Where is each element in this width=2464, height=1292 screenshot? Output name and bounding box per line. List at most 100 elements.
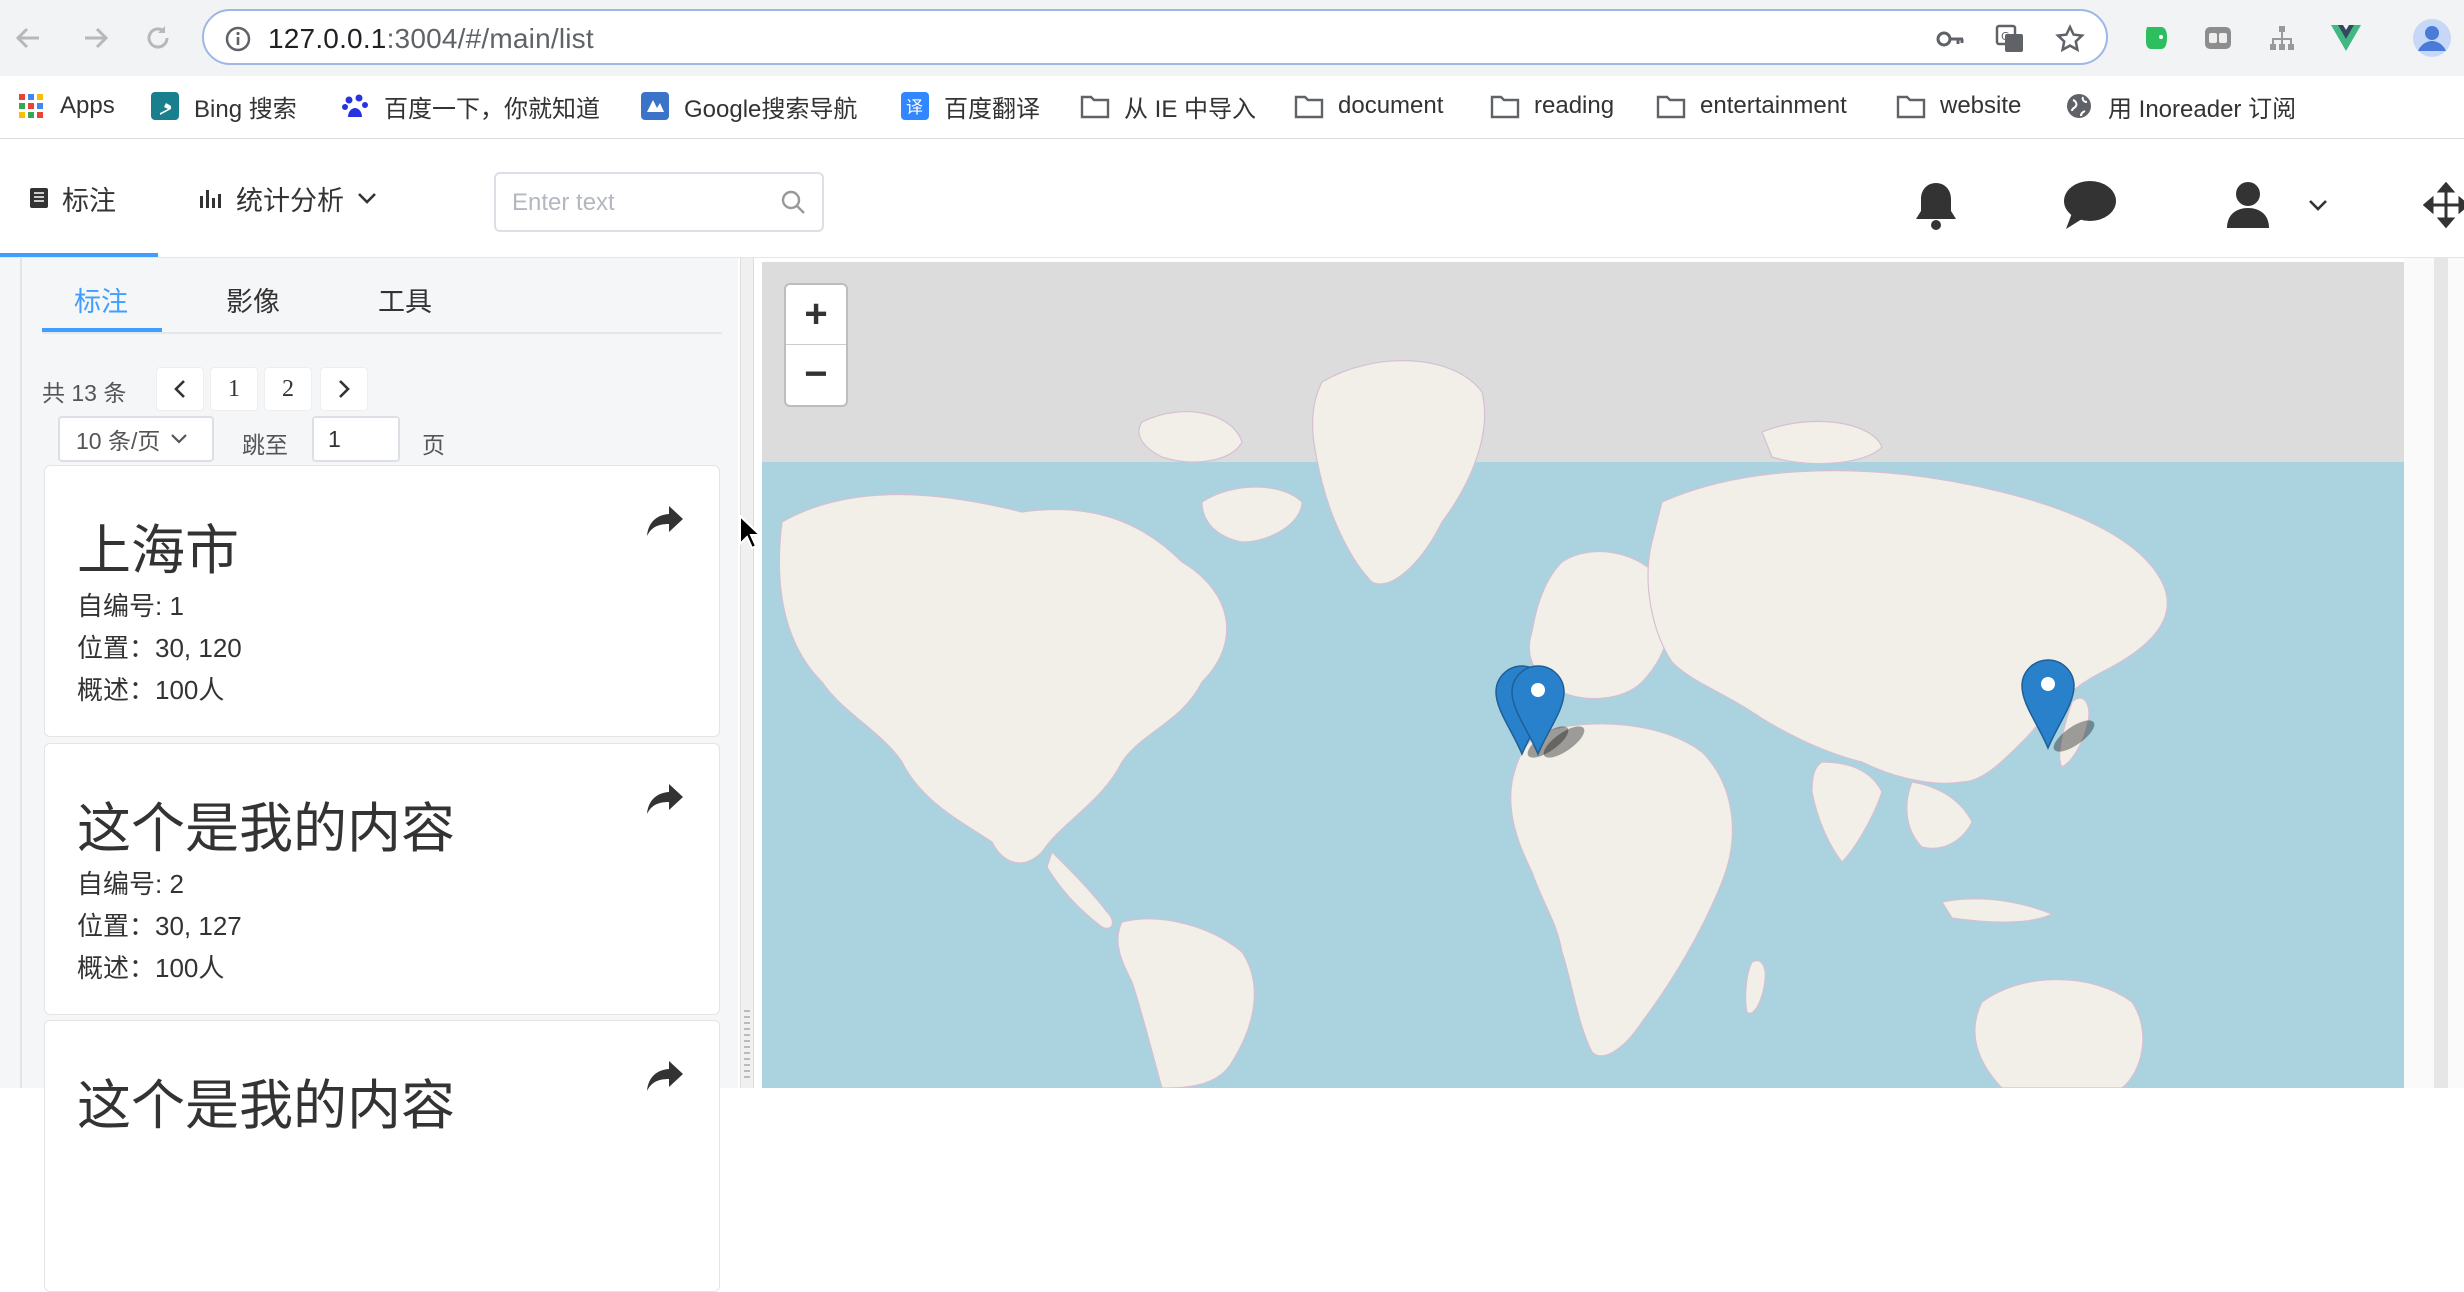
card-id: 自编号: 2: [77, 869, 184, 899]
bookmark-baidu-translate[interactable]: 译 百度翻译: [900, 86, 1040, 126]
page-size-select[interactable]: 10 条/页: [58, 416, 214, 462]
bookmark-baidu[interactable]: 百度一下，你就知道: [340, 86, 600, 126]
card-position: 位置：30, 127: [77, 911, 242, 941]
share-icon[interactable]: [645, 504, 685, 540]
chevron-right-icon: [339, 380, 350, 398]
tab-bar: 标注 影像 工具: [42, 262, 722, 334]
bookmarks-bar: Apps Bing 搜索 百度一下，你就知道 Google搜索导航 译 百度翻译…: [0, 76, 2464, 139]
address-bar[interactable]: 127.0.0.1:3004/#/main/list G: [202, 9, 2108, 65]
bookmark-folder-reading[interactable]: reading: [1490, 86, 1614, 126]
list-item[interactable]: 这个是我的内容: [44, 1020, 720, 1292]
page-1-button[interactable]: 1: [210, 367, 258, 411]
bookmark-inoreader[interactable]: 用 Inoreader 订阅: [2064, 86, 2296, 126]
folder-icon: [1490, 91, 1520, 121]
jump-suffix-label: 页: [422, 432, 445, 458]
browser-toolbar: 127.0.0.1:3004/#/main/list G: [0, 0, 2464, 76]
search-box: [494, 172, 824, 232]
active-menu-indicator: [0, 253, 158, 257]
jump-page-input[interactable]: [312, 416, 400, 462]
user-menu-chevron-icon[interactable]: [2290, 177, 2346, 233]
extension-grid-icon[interactable]: [2198, 18, 2238, 58]
world-map[interactable]: [762, 262, 2404, 1088]
menu-mark[interactable]: 标注: [28, 139, 116, 257]
splitter-grip[interactable]: [744, 1010, 750, 1080]
prev-page-button[interactable]: [156, 367, 204, 411]
sitemap-icon[interactable]: [2262, 18, 2302, 58]
bar-chart-icon: [200, 190, 221, 208]
next-page-button[interactable]: [320, 367, 368, 411]
list-item[interactable]: 上海市 自编号: 1 位置：30, 120 概述：100人: [44, 465, 720, 737]
url-text[interactable]: 127.0.0.1:3004/#/main/list: [268, 23, 594, 55]
tab-mark[interactable]: 标注: [74, 280, 128, 319]
apps-grid-icon: [16, 91, 46, 121]
share-icon[interactable]: [645, 1059, 685, 1095]
tab-imagery[interactable]: 影像: [226, 280, 280, 319]
folder-icon: [1896, 91, 1926, 121]
card-title: 这个是我的内容: [77, 799, 455, 859]
folder-icon: [1656, 91, 1686, 121]
search-icon[interactable]: [780, 189, 806, 215]
bookmark-star-icon[interactable]: [2054, 23, 2086, 55]
card-description: 概述：100人: [77, 675, 225, 705]
globe-icon: [2064, 91, 2094, 121]
bookmark-apps[interactable]: Apps: [16, 86, 115, 126]
tab-tools[interactable]: 工具: [378, 280, 432, 319]
zoom-in-button[interactable]: +: [786, 285, 846, 344]
map-marker-dot: [2041, 677, 2055, 691]
folder-icon: [1080, 91, 1110, 121]
user-icon[interactable]: [2220, 177, 2276, 233]
pagination-total: 共 13 条: [42, 380, 127, 406]
mouse-cursor-icon: [739, 514, 762, 550]
menu-stats[interactable]: 统计分析: [198, 139, 378, 257]
card-description: 概述：100人: [77, 953, 225, 983]
active-tab-indicator: [42, 328, 162, 332]
share-icon[interactable]: [645, 782, 685, 818]
reload-button[interactable]: [138, 18, 178, 58]
scrollbar[interactable]: [2434, 258, 2448, 1088]
panel-splitter[interactable]: [740, 258, 754, 1088]
bookmark-bing[interactable]: Bing 搜索: [150, 86, 297, 126]
evernote-icon[interactable]: [2136, 18, 2176, 58]
fullscreen-move-icon[interactable]: [2418, 177, 2464, 233]
forward-arrow-icon: [85, 27, 109, 49]
translate-icon: 译: [900, 91, 930, 121]
google-nav-icon: [640, 91, 670, 121]
folder-icon: [1294, 91, 1324, 121]
search-input[interactable]: [510, 184, 774, 222]
info-icon[interactable]: [222, 23, 254, 55]
card-title: 这个是我的内容: [77, 1076, 455, 1136]
list-item[interactable]: 这个是我的内容 自编号: 2 位置：30, 127 概述：100人: [44, 743, 720, 1015]
card-id: 自编号: 1: [77, 591, 184, 621]
left-panel-edge: [20, 258, 22, 1088]
profile-avatar-icon[interactable]: [2412, 18, 2452, 58]
book-icon: [30, 188, 48, 208]
page-2-button[interactable]: 2: [264, 367, 312, 411]
translate-page-icon[interactable]: G: [1994, 23, 2026, 55]
chevron-down-icon: [171, 434, 188, 444]
map-view[interactable]: [762, 262, 2404, 1088]
bell-icon[interactable]: [1908, 177, 1964, 233]
bookmark-folder-website[interactable]: website: [1896, 86, 2021, 126]
chevron-down-icon: [358, 193, 376, 204]
svg-text:译: 译: [906, 98, 923, 118]
back-arrow-icon: [15, 27, 39, 49]
jump-prefix-label: 跳至: [242, 432, 288, 458]
key-icon[interactable]: [1934, 23, 1966, 55]
bookmark-google-nav[interactable]: Google搜索导航: [640, 86, 857, 126]
vue-devtools-icon[interactable]: [2326, 18, 2366, 58]
back-button[interactable]: [8, 18, 48, 58]
zoom-out-button[interactable]: −: [786, 344, 846, 404]
chevron-left-icon: [174, 380, 185, 398]
forward-button[interactable]: [76, 18, 116, 58]
reload-icon: [147, 26, 169, 49]
bookmark-folder-entertainment[interactable]: entertainment: [1656, 86, 1847, 126]
chat-icon[interactable]: [2062, 177, 2118, 233]
svg-text:G: G: [2001, 30, 2010, 43]
card-position: 位置：30, 120: [77, 633, 242, 663]
card-title: 上海市: [77, 521, 239, 581]
bookmark-folder-document[interactable]: document: [1294, 86, 1443, 126]
bookmark-folder-ie-import[interactable]: 从 IE 中导入: [1080, 86, 1256, 126]
baidu-icon: [340, 91, 370, 121]
zoom-control: + −: [784, 283, 848, 407]
bing-icon: [150, 91, 180, 121]
